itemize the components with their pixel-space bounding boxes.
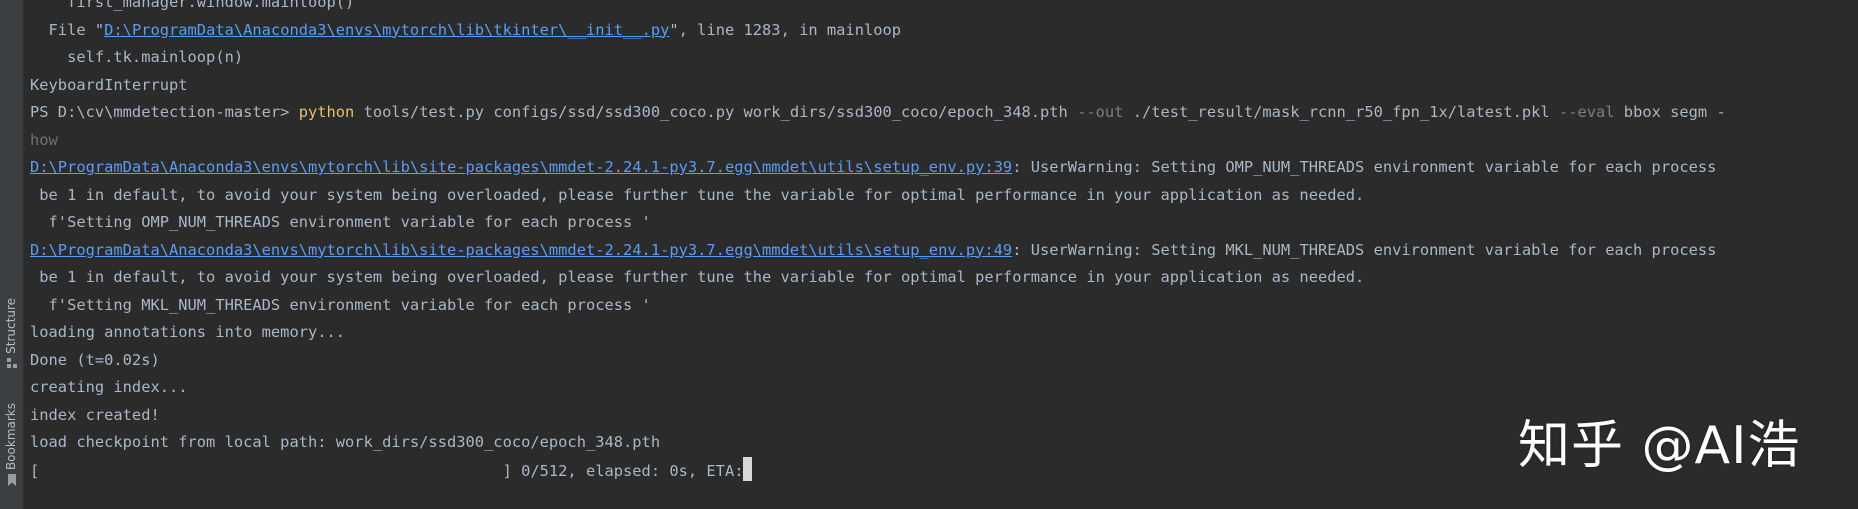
- file-path-link[interactable]: D:\ProgramData\Anaconda3\envs\mytorch\li…: [30, 158, 1012, 176]
- bookmark-icon: [7, 474, 16, 487]
- bookmarks-tab-label: Bookmarks: [4, 403, 18, 471]
- terminal-text: PS D:\cv\mmdetection-master>: [30, 103, 299, 121]
- terminal-text: bbox segm -: [1614, 103, 1726, 121]
- terminal-line: be 1 in default, to avoid your system be…: [30, 264, 1858, 292]
- terminal-line: File "D:\ProgramData\Anaconda3\envs\myto…: [30, 17, 1858, 45]
- terminal-text: how: [30, 130, 58, 149]
- terminal-text: Done (t=0.02s): [30, 350, 160, 369]
- terminal-text: index created!: [30, 405, 160, 424]
- terminal-text: : UserWarning: Setting OMP_NUM_THREADS e…: [1012, 158, 1717, 176]
- terminal-line: f'Setting OMP_NUM_THREADS environment va…: [30, 209, 1858, 237]
- terminal-line: PS D:\cv\mmdetection-master> python tool…: [30, 99, 1858, 127]
- terminal-line: KeyboardInterrupt: [30, 72, 1858, 100]
- terminal-line: D:\ProgramData\Anaconda3\envs\mytorch\li…: [30, 237, 1858, 265]
- terminal-line: first_manager.window.mainloop(): [30, 0, 1858, 17]
- terminal-line: f'Setting MKL_NUM_THREADS environment va…: [30, 292, 1858, 320]
- structure-tab[interactable]: Structure: [0, 298, 23, 369]
- structure-tab-label: Structure: [4, 298, 18, 354]
- side-tool-strip: Structure Bookmarks: [0, 0, 24, 509]
- terminal-line: creating index...: [30, 374, 1858, 402]
- terminal-text: be 1 in default, to avoid your system be…: [30, 268, 1365, 286]
- terminal-text: python: [298, 103, 355, 121]
- terminal-line: be 1 in default, to avoid your system be…: [30, 182, 1858, 210]
- terminal-text: f'Setting MKL_NUM_THREADS environment va…: [30, 295, 651, 314]
- terminal-text: : UserWarning: Setting MKL_NUM_THREADS e…: [1012, 240, 1717, 259]
- terminal-text: f'Setting OMP_NUM_THREADS environment va…: [30, 213, 651, 231]
- terminal-line: Done (t=0.02s): [30, 347, 1858, 375]
- terminal-text: creating index...: [30, 378, 188, 396]
- terminal-line: how: [30, 127, 1858, 155]
- terminal-line: loading annotations into memory...: [30, 319, 1858, 347]
- terminal-text: --out: [1077, 103, 1124, 121]
- ide-terminal-window: Structure Bookmarks first_manager.window…: [0, 0, 1858, 509]
- terminal-text: load checkpoint from local path: work_di…: [30, 433, 661, 451]
- structure-icon: [6, 357, 17, 368]
- terminal-text: [ ] 0/512, elapsed: 0s, ETA:: [30, 461, 744, 480]
- terminal-line: D:\ProgramData\Anaconda3\envs\mytorch\li…: [30, 154, 1858, 182]
- file-path-link[interactable]: D:\ProgramData\Anaconda3\envs\mytorch\li…: [104, 21, 669, 39]
- terminal-text: ./test_result/mask_rcnn_r50_fpn_1x/lates…: [1123, 103, 1559, 121]
- terminal-text: loading annotations into memory...: [30, 323, 346, 341]
- terminal-text: first_manager.window.mainloop(): [30, 0, 355, 11]
- terminal-text: ", line 1283, in mainloop: [669, 20, 902, 39]
- file-path-link[interactable]: D:\ProgramData\Anaconda3\envs\mytorch\li…: [30, 241, 1012, 259]
- terminal-text: File ": [30, 20, 105, 39]
- terminal-text: --eval: [1558, 103, 1615, 121]
- terminal-text: be 1 in default, to avoid your system be…: [30, 185, 1365, 204]
- terminal-text: KeyboardInterrupt: [30, 75, 188, 94]
- zhihu-watermark: 知乎 @AI浩: [1518, 416, 1801, 476]
- terminal-text: tools/test.py configs/ssd/ssd300_coco.py…: [354, 103, 1078, 121]
- text-cursor: [743, 456, 753, 481]
- terminal-text: self.tk.mainloop(n): [30, 48, 244, 66]
- terminal-line: self.tk.mainloop(n): [30, 44, 1858, 72]
- bookmarks-tab[interactable]: Bookmarks: [0, 403, 23, 487]
